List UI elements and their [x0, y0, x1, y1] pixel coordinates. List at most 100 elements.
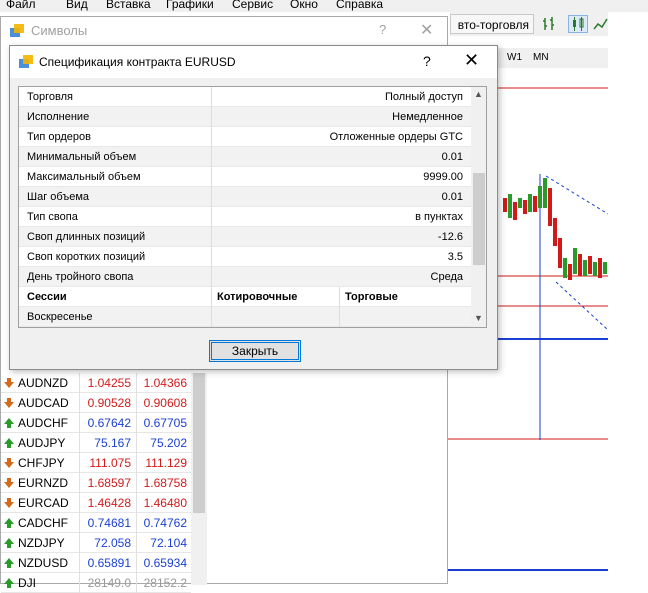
candlestick-chart-icon[interactable] [568, 15, 588, 33]
arrow-down-icon [4, 397, 14, 408]
menu-file[interactable]: Файл [6, 0, 36, 11]
arrow-down-icon [4, 477, 14, 488]
quote-row[interactable]: AUDCAD 0.90528 0.90608 [1, 393, 191, 413]
spec-row[interactable]: Тип ордеров Отложенные ордеры GTC [19, 127, 471, 147]
arrow-up-icon [4, 537, 14, 548]
quote-symbol: CADCHF [18, 516, 68, 530]
channel-line[interactable] [545, 175, 608, 215]
quote-ask: 75.202 [150, 436, 187, 450]
spec-value: 3.5 [447, 251, 463, 263]
quote-bid: 0.90528 [87, 396, 131, 410]
quote-bid: 28149.0 [87, 576, 131, 590]
spec-key: Исполнение [27, 111, 90, 123]
quote-bid: 0.67642 [87, 416, 131, 430]
arrow-up-icon [4, 517, 14, 528]
spec-key: Шаг объема [27, 191, 89, 203]
autotrading-button[interactable]: вто-торговля [450, 14, 534, 34]
quote-symbol: EURCAD [18, 496, 69, 510]
spec-row[interactable]: Минимальный объем 0.01 [19, 147, 471, 167]
spec-key: Тип ордеров [27, 131, 91, 143]
spec-row[interactable]: Своп коротких позиций 3.5 [19, 247, 471, 267]
quote-ask: 0.90608 [143, 396, 187, 410]
menu-charts[interactable]: Графики [166, 0, 214, 11]
spec-row[interactable]: Шаг объема 0.01 [19, 187, 471, 207]
session-day: Воскресенье [27, 311, 93, 323]
bar-chart-icon[interactable] [540, 15, 560, 33]
right-panel [608, 12, 648, 584]
menu-window[interactable]: Окно [290, 0, 318, 11]
symbols-window-titlebar[interactable]: Символы ? ✕ [1, 17, 447, 45]
spec-scrollbar[interactable]: ▲ ▼ [471, 87, 486, 327]
symbols-help-button[interactable]: ? [379, 22, 386, 37]
menu-view[interactable]: Вид [66, 0, 88, 11]
spec-value: в пунктах [415, 211, 463, 223]
quote-row[interactable]: AUDCHF 0.67642 0.67705 [1, 413, 191, 433]
spec-table: Торговля Полный доступ Исполнение Немедленн… [18, 86, 487, 328]
spec-row[interactable]: Торговля Полный доступ [19, 87, 471, 107]
candles [503, 178, 607, 280]
quote-symbol: CHFJPY [18, 456, 65, 470]
spec-value: Отложенные ордеры GTC [329, 131, 463, 143]
spec-key: Тип свопа [27, 211, 78, 223]
quote-ask: 72.104 [150, 536, 187, 550]
quote-bid: 72.058 [94, 536, 131, 550]
dialog-help-button[interactable]: ? [423, 53, 431, 69]
symbols-window-title: Символы [31, 23, 88, 38]
quote-row[interactable]: AUDNZD 1.04255 1.04366 [1, 373, 191, 393]
symbols-icon [18, 54, 34, 73]
arrow-up-icon [4, 557, 14, 568]
dialog-close-button[interactable]: ✕ [464, 51, 479, 69]
quote-bid: 0.65891 [87, 556, 131, 570]
spec-value: 0.01 [441, 151, 463, 163]
quote-symbol: AUDCHF [18, 416, 68, 430]
quote-row[interactable]: NZDUSD 0.65891 0.65934 [1, 553, 191, 573]
spec-value: 0.01 [441, 191, 463, 203]
spec-key: Минимальный объем [27, 151, 137, 163]
quote-row[interactable]: EURCAD 1.46428 1.46480 [1, 493, 191, 513]
spec-row[interactable]: Своп длинных позиций -12.6 [19, 227, 471, 247]
spec-value: Среда [430, 271, 463, 283]
quote-bid: 0.74681 [87, 516, 131, 530]
menu-tools[interactable]: Сервис [232, 0, 273, 11]
menu-bar: Файл Вид Вставка Графики Сервис Окно Спр… [0, 0, 648, 12]
timeframe-mn[interactable]: MN [533, 48, 549, 68]
scroll-up-icon[interactable]: ▲ [474, 89, 483, 99]
quote-row[interactable]: CADCHF 0.74681 0.74762 [1, 513, 191, 533]
quote-row[interactable]: CHFJPY 111.075 111.129 [1, 453, 191, 473]
spec-value: Полный доступ [384, 91, 463, 103]
spec-row[interactable]: Тип свопа в пунктах [19, 207, 471, 227]
spec-value: 9999.00 [423, 171, 463, 183]
spec-row[interactable]: Максимальный объем 9999.00 [19, 167, 471, 187]
quote-row[interactable]: EURNZD 1.68597 1.68758 [1, 473, 191, 493]
toolbar: вто-торговля [450, 12, 608, 36]
quote-symbol: AUDCAD [18, 396, 69, 410]
arrow-down-icon [4, 457, 14, 468]
menu-insert[interactable]: Вставка [106, 0, 151, 11]
quote-list-scroll-thumb[interactable] [193, 373, 205, 513]
timeframe-bar: W1 MN [498, 48, 608, 68]
quote-ask: 0.67705 [143, 416, 187, 430]
spec-row[interactable]: День тройного свопа Среда [19, 267, 471, 287]
session-row[interactable]: Воскресенье [19, 307, 471, 327]
contract-spec-dialog: Спецификация контракта EURUSD ? ✕ Торгов… [9, 45, 498, 370]
quote-row[interactable]: DJI 28149.0 28152.2 [1, 573, 191, 593]
spec-row[interactable]: Исполнение Немедленное [19, 107, 471, 127]
menu-help[interactable]: Справка [336, 0, 383, 11]
spec-scroll-thumb[interactable] [473, 173, 485, 265]
dialog-titlebar[interactable]: Спецификация контракта EURUSD ? ✕ [10, 46, 497, 78]
dialog-title: Спецификация контракта EURUSD [39, 55, 236, 69]
quote-list: AUDNZD 1.04255 1.04366 AUDCAD 0.90528 0.90608… [1, 373, 191, 593]
quote-bid: 1.46428 [87, 496, 131, 510]
timeframe-w1[interactable]: W1 [507, 48, 522, 68]
quote-row[interactable]: NZDJPY 72.058 72.104 [1, 533, 191, 553]
arrow-up-icon [4, 577, 14, 588]
symbols-close-button[interactable]: ✕ [420, 20, 433, 40]
arrow-up-icon [4, 437, 14, 448]
spec-value: Немедленное [392, 111, 463, 123]
quote-row[interactable]: AUDJPY 75.167 75.202 [1, 433, 191, 453]
quote-bid: 111.075 [89, 456, 131, 470]
scroll-down-icon[interactable]: ▼ [474, 313, 483, 323]
quote-symbol: EURNZD [18, 476, 68, 490]
close-button[interactable]: Закрыть [209, 340, 301, 362]
arrow-down-icon [4, 377, 14, 388]
